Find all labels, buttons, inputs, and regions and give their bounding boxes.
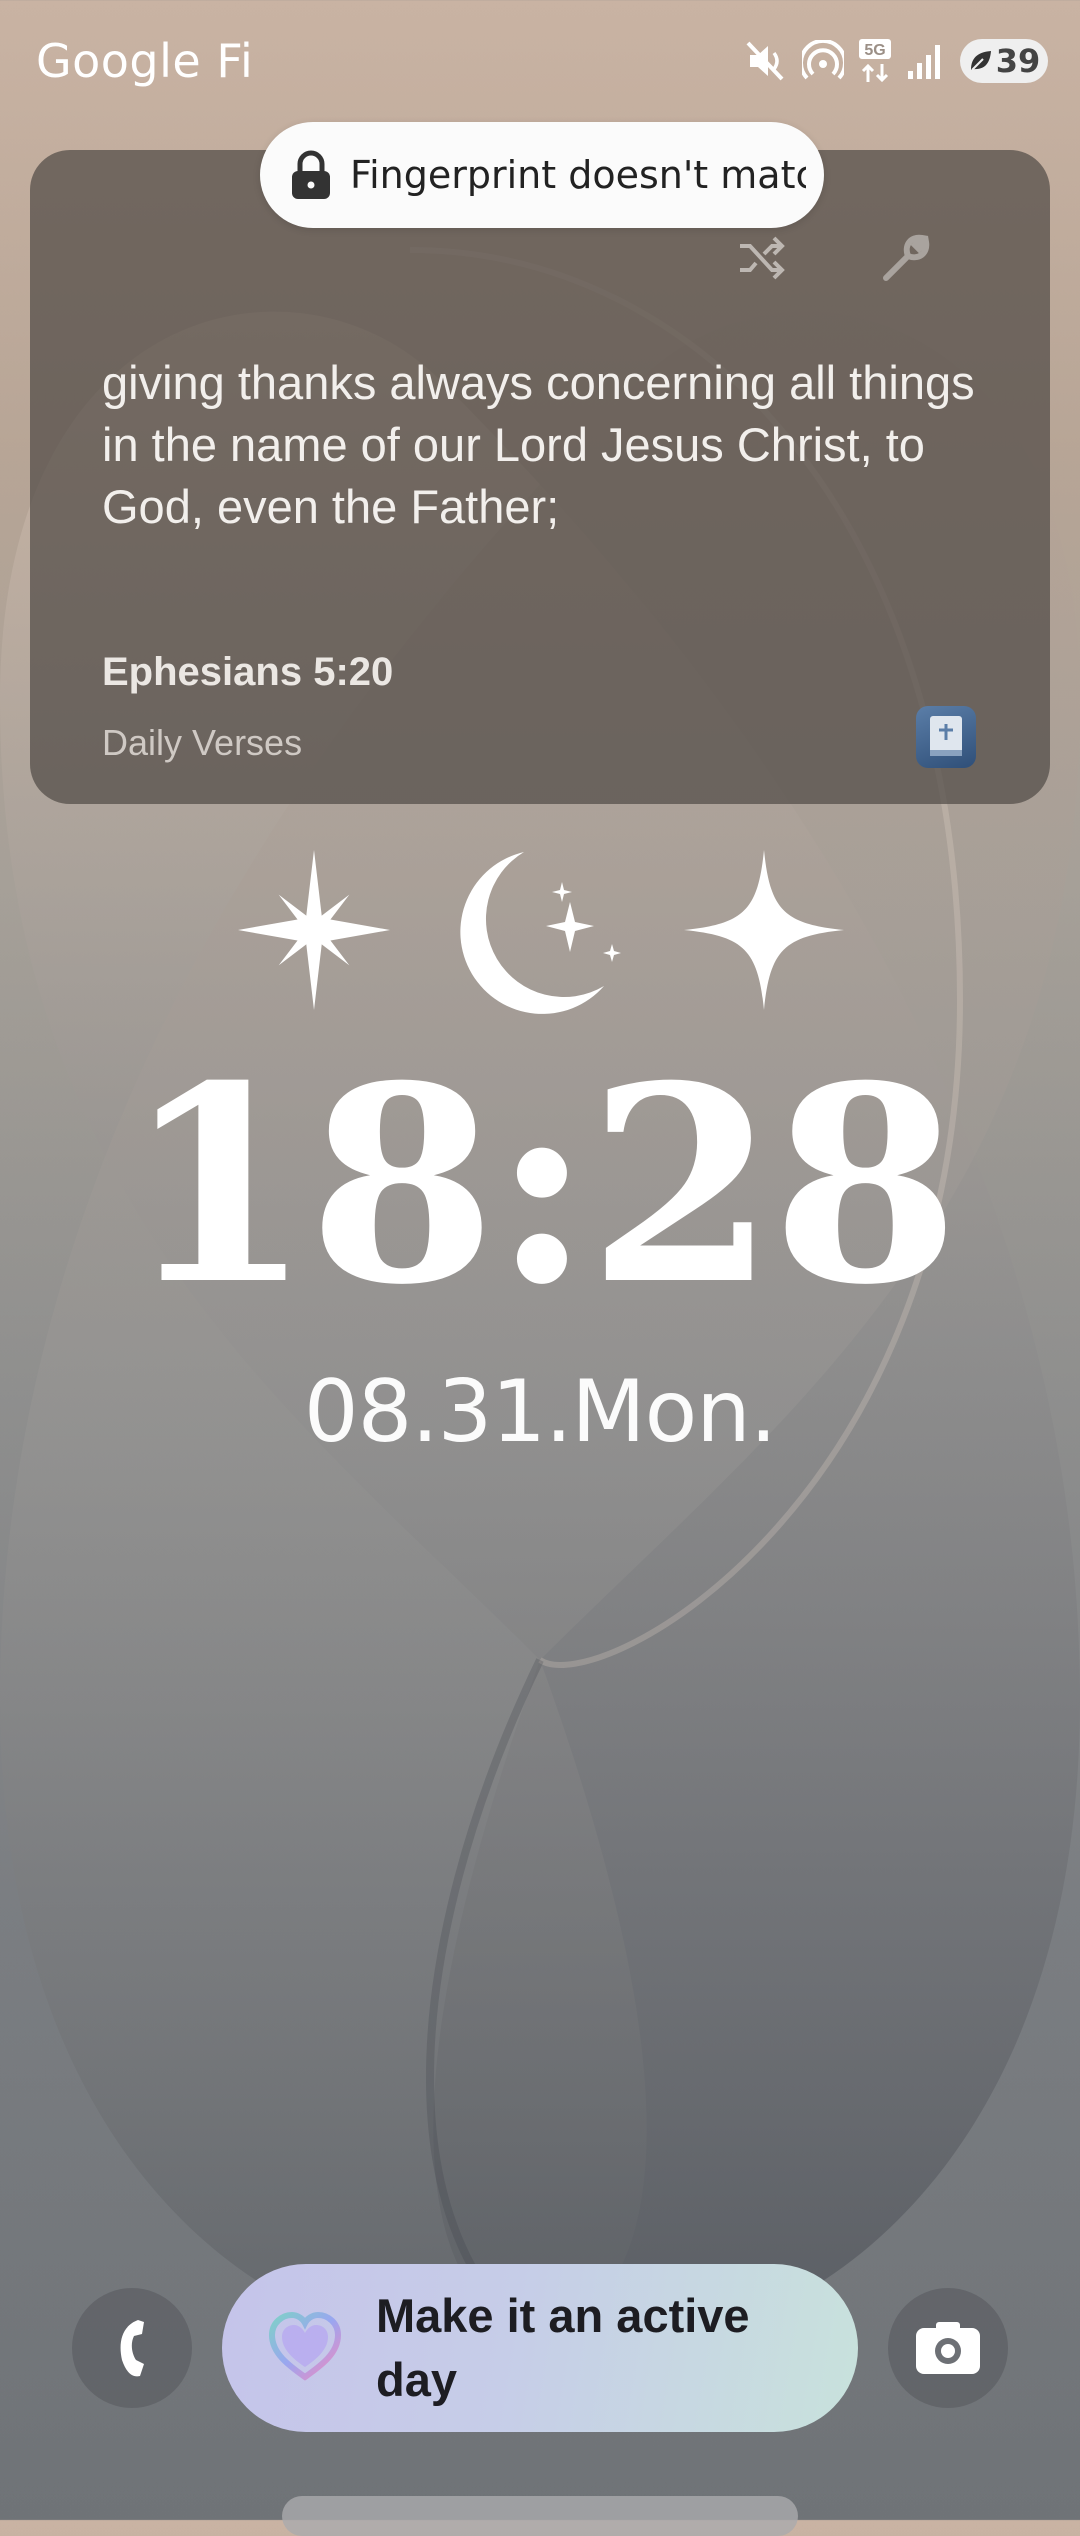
mute-icon (746, 41, 784, 81)
network-label: 5G (864, 42, 885, 59)
weather-icons (238, 850, 844, 1014)
battery-indicator: 39 (960, 39, 1048, 83)
widget-app-name: Daily Verses (102, 722, 303, 763)
fingerprint-toast: Fingerprint doesn't match (260, 122, 824, 228)
bible-app-icon[interactable] (916, 706, 976, 768)
phone-shortcut-button[interactable] (72, 2288, 192, 2408)
wrench-icon[interactable] (878, 230, 934, 286)
lockscreen-date: 08.31.Mon. (303, 1362, 777, 1462)
heart-icon (268, 2311, 342, 2381)
signal-icon (908, 45, 940, 79)
5g-icon: 5G (859, 39, 891, 83)
carrier-label: Google Fi (36, 34, 254, 88)
toast-message: Fingerprint doesn't match (350, 153, 806, 197)
hotspot-icon (802, 40, 844, 80)
verse-reference: Ephesians 5:20 (102, 650, 394, 694)
crescent-moon-icon (460, 852, 621, 1014)
status-icons: 5G 39 (746, 36, 1048, 86)
home-indicator[interactable] (282, 2496, 798, 2536)
daily-verse-widget[interactable]: giving thanks always concerning all thin… (30, 150, 1050, 804)
battery-saver-icon (970, 51, 991, 71)
shuffle-icon[interactable] (734, 230, 790, 286)
status-bar: Google Fi 5G 39 (0, 0, 1080, 120)
camera-icon (916, 2322, 980, 2374)
verse-text: giving thanks always concerning all thin… (102, 356, 975, 533)
battery-level: 39 (995, 42, 1041, 80)
camera-shortcut-button[interactable] (888, 2288, 1008, 2408)
activity-reminder-button[interactable]: Make it an active day (222, 2264, 858, 2432)
phone-icon (120, 2320, 144, 2377)
activity-text: Make it an active day (376, 2289, 750, 2406)
star-icon (684, 850, 844, 1010)
sparkle-icon (238, 850, 390, 1010)
lockscreen-clock: 18:28 (124, 1026, 959, 1344)
lock-icon (292, 150, 330, 199)
